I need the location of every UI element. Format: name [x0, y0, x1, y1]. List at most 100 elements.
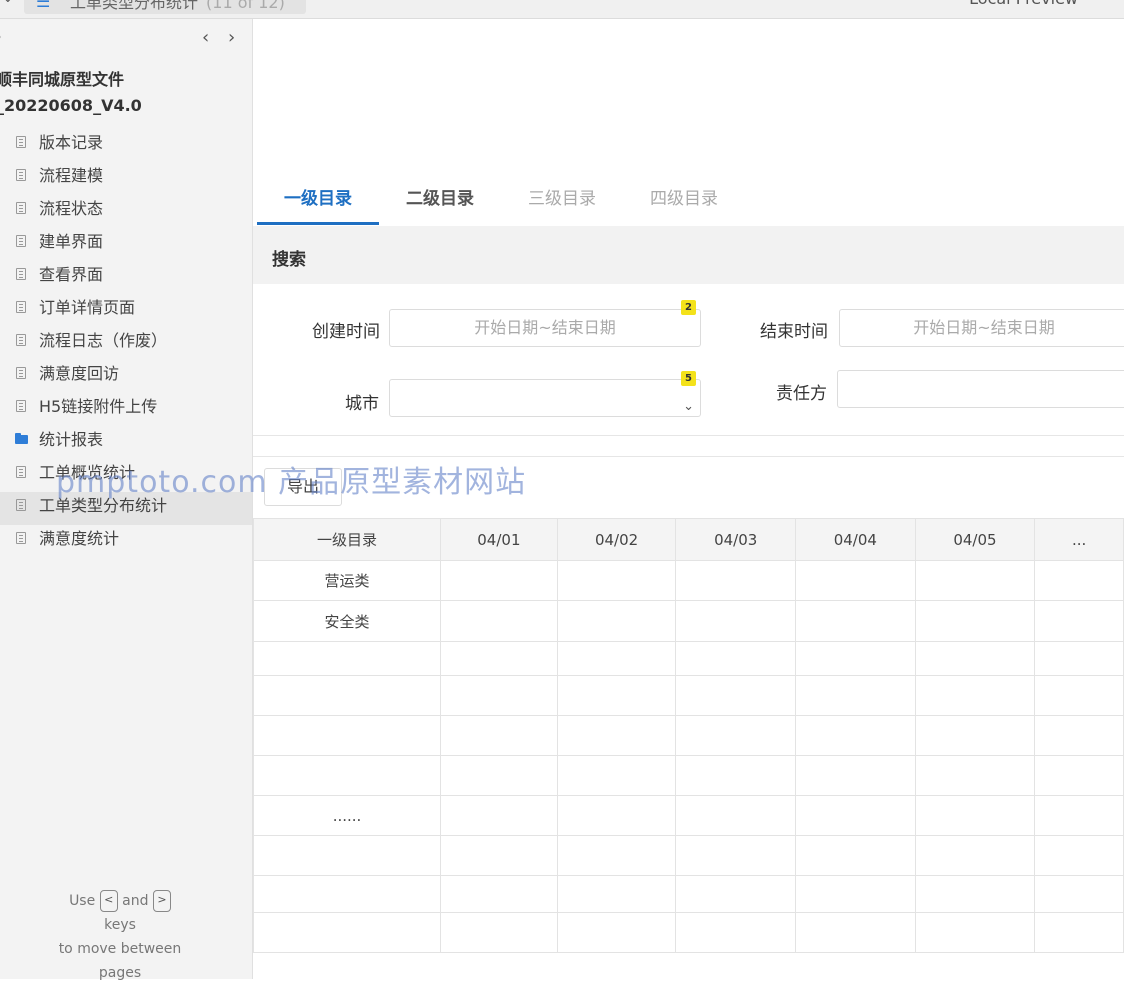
table-cell — [795, 675, 916, 716]
local-preview-label[interactable]: Local Preview — [969, 0, 1078, 8]
table-cell — [440, 715, 558, 756]
table-cell — [914, 600, 1036, 642]
sidebar-item-order-overview[interactable]: 工单概览统计 — [0, 459, 252, 492]
table-cell — [914, 715, 1036, 756]
row-category-cell: ...... — [252, 795, 442, 836]
table-cell — [914, 755, 1036, 796]
row-category-cell: 安全类 — [252, 600, 442, 642]
table-cell — [914, 641, 1036, 676]
table-cell — [1034, 835, 1124, 876]
row-category-cell — [252, 912, 442, 953]
table-cell — [440, 600, 558, 642]
table-cell — [914, 560, 1036, 601]
annotation-badge: 2 — [681, 300, 696, 315]
table-cell — [440, 795, 558, 836]
row-category-cell: 营运类 — [252, 560, 442, 601]
table-cell — [556, 600, 677, 642]
table-row: 安全类 — [252, 600, 1124, 642]
row-category-cell — [252, 755, 442, 796]
tab-bar: 一级目录 二级目录 三级目录 四级目录 — [253, 169, 1124, 227]
next-page-button[interactable]: › — [228, 27, 235, 48]
table-cell — [1034, 600, 1124, 642]
column-header: 04/02 — [556, 518, 677, 561]
row-category-cell — [252, 875, 442, 913]
table-cell — [675, 912, 797, 953]
sidebar-item-statistics-folder[interactable]: 统计报表 — [0, 426, 252, 459]
table-row — [252, 755, 1124, 796]
sidebar-item-process-status[interactable]: 流程状态 — [0, 195, 252, 228]
table-cell — [795, 715, 916, 756]
end-time-input[interactable]: 开始日期~结束日期 — [839, 309, 1124, 347]
sidebar-item-view-page[interactable]: 查看界面 — [0, 261, 252, 294]
table-cell — [440, 560, 558, 601]
table-cell — [795, 795, 916, 836]
tab-level-1[interactable]: 一级目录 — [284, 184, 352, 209]
table-cell — [675, 675, 797, 716]
table-cell — [440, 835, 558, 876]
sidebar-item-create-order[interactable]: 建单界面 — [0, 228, 252, 261]
city-label: 城市 — [345, 394, 379, 414]
table-row — [252, 641, 1124, 676]
table-row: ...... — [252, 795, 1124, 836]
table-row — [252, 675, 1124, 716]
search-icon[interactable]: ⌕ — [0, 29, 2, 45]
dropdown-caret-icon[interactable]: ⌄ — [2, 0, 14, 6]
table-cell — [556, 675, 677, 716]
sidebar-item-process-modeling[interactable]: 流程建模 — [0, 162, 252, 195]
current-page-title[interactable]: 工单类型分布统计 (11 of 12) — [70, 0, 285, 13]
page-tree: 版本记录 流程建模 流程状态 建单界面 查看界面 订单详情页面 流程日志（作废）… — [0, 129, 252, 558]
table-row — [252, 835, 1124, 876]
sidebar-item-order-type-distribution[interactable]: 工单类型分布统计 — [0, 492, 252, 525]
prev-page-button[interactable]: ‹ — [202, 27, 209, 48]
page-icon — [16, 301, 26, 313]
table-cell — [914, 875, 1036, 913]
table-cell — [1034, 875, 1124, 913]
tab-level-3[interactable]: 三级目录 — [528, 184, 596, 209]
table-cell — [675, 600, 797, 642]
table-cell — [675, 715, 797, 756]
table-cell — [795, 912, 916, 953]
table-cell — [914, 912, 1036, 953]
search-form: 创建时间 开始日期~结束日期 2 结束时间 开始日期~结束日期 城市 ⌄ 5 责… — [253, 284, 1124, 436]
table-cell — [1034, 560, 1124, 601]
page-icon — [16, 169, 26, 181]
folder-icon — [15, 433, 28, 444]
sidebar-item-h5-upload[interactable]: H5链接附件上传 — [0, 393, 252, 426]
table-cell — [795, 560, 916, 601]
table-cell — [914, 675, 1036, 716]
city-select[interactable]: ⌄ — [389, 379, 701, 417]
table-cell — [795, 835, 916, 876]
export-button[interactable]: 导出 — [264, 468, 342, 506]
page-icon — [16, 334, 26, 346]
table-cell — [440, 641, 558, 676]
table-cell — [556, 560, 677, 601]
create-time-input[interactable]: 开始日期~结束日期 — [389, 309, 701, 347]
sidebar-item-process-log[interactable]: 流程日志（作废） — [0, 327, 252, 360]
table-cell — [556, 715, 677, 756]
menu-icon[interactable]: ☰ — [36, 0, 50, 11]
chevron-down-icon: ⌄ — [683, 399, 694, 414]
table-cell — [675, 755, 797, 796]
page-icon — [16, 367, 26, 379]
responsible-input[interactable] — [837, 370, 1124, 408]
table-cell — [795, 755, 916, 796]
page-icon — [16, 136, 26, 148]
sidebar-item-version-record[interactable]: 版本记录 — [0, 129, 252, 162]
top-bar: ⌄ ☰ 工单类型分布统计(11 of 12) Local Preview — [0, 0, 1124, 19]
table-cell — [1034, 715, 1124, 756]
column-header: 一级目录 — [252, 518, 442, 561]
annotation-badge: 5 — [681, 371, 696, 386]
sidebar-item-satisfaction-stats[interactable]: 满意度统计 — [0, 525, 252, 558]
table-cell — [556, 795, 677, 836]
end-time-label: 结束时间 — [760, 322, 828, 342]
tab-level-2[interactable]: 二级目录 — [406, 184, 474, 209]
page-icon — [16, 202, 26, 214]
table-cell — [440, 755, 558, 796]
toolbar: 导出 — [253, 456, 1124, 519]
search-section-header: 搜索 — [253, 226, 1124, 284]
table-row: 营运类 — [252, 560, 1124, 601]
tab-level-4[interactable]: 四级目录 — [650, 184, 718, 209]
sidebar-item-satisfaction-visit[interactable]: 满意度回访 — [0, 360, 252, 393]
table-cell — [795, 641, 916, 676]
sidebar-item-order-detail[interactable]: 订单详情页面 — [0, 294, 252, 327]
